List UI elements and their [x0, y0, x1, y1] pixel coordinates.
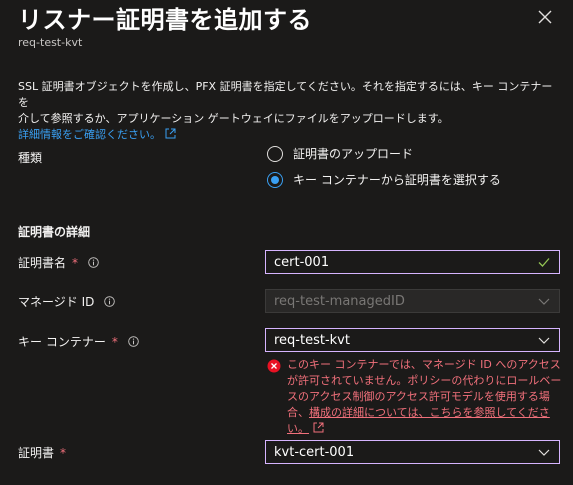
certificate-label-text: 証明書 — [18, 446, 55, 460]
cert-name-label-text: 証明書名 — [18, 256, 67, 270]
key-vault-dropdown[interactable]: req-test-kvt — [265, 328, 560, 352]
radio-select-from-key-vault[interactable]: キー コンテナーから証明書を選択する — [267, 171, 501, 188]
key-vault-label: キー コンテナー * — [18, 333, 139, 350]
info-icon[interactable] — [88, 257, 99, 268]
chevron-down-icon[interactable] — [537, 445, 551, 459]
type-label: 種類 — [18, 151, 43, 165]
required-marker: * — [111, 335, 118, 349]
external-link-icon — [165, 128, 176, 139]
managed-id-label-text: マネージド ID — [18, 295, 95, 309]
cert-name-input[interactable]: cert-001 — [265, 250, 560, 274]
error-icon — [267, 359, 281, 373]
managed-id-label: マネージド ID — [18, 293, 116, 310]
panel-subtitle: req-test-kvt — [18, 36, 83, 49]
external-link-icon — [313, 422, 324, 433]
radio-label: キー コンテナーから証明書を選択する — [293, 173, 501, 187]
required-marker: * — [72, 256, 79, 270]
certificate-label: 証明書 * — [18, 444, 66, 461]
description: SSL 証明書オブジェクトを作成し、PFX 証明書を指定してください。それを指定… — [18, 79, 563, 143]
radio-button-checked[interactable] — [267, 171, 283, 188]
panel-title: リスナー証明書を追加する — [18, 6, 312, 34]
managed-id-value: req-test-managedID — [274, 293, 405, 309]
chevron-down-icon — [538, 298, 550, 305]
description-line-2: 介して参照するか、アプリケーション ゲートウェイにファイルをアップロードします。 — [18, 112, 449, 125]
radio-label: 証明書のアップロード — [293, 147, 414, 161]
chevron-down-icon[interactable] — [537, 333, 551, 347]
key-vault-error: このキー コンテナーでは、マネージド ID へのアクセスが許可されていません。ポ… — [267, 357, 567, 437]
learn-more-link[interactable]: 詳細情報をご確認ください。 — [18, 128, 161, 141]
close-icon[interactable] — [536, 8, 554, 26]
error-message: このキー コンテナーでは、マネージド ID へのアクセスが許可されていません。ポ… — [287, 357, 567, 437]
cert-name-label: 証明書名 * — [18, 254, 99, 271]
checkmark-icon — [538, 258, 550, 267]
config-details-link[interactable]: 構成の詳細については、こちらを参照してください。 — [287, 406, 550, 435]
description-line-1: SSL 証明書オブジェクトを作成し、PFX 証明書を指定してください。それを指定… — [18, 80, 553, 109]
radio-button[interactable] — [267, 145, 283, 162]
required-marker: * — [60, 446, 67, 460]
managed-id-dropdown: req-test-managedID — [265, 289, 560, 313]
key-vault-label-text: キー コンテナー — [18, 335, 106, 349]
certificate-dropdown[interactable]: kvt-cert-001 — [265, 440, 560, 464]
radio-upload-certificate[interactable]: 証明書のアップロード — [267, 145, 413, 162]
cert-name-value[interactable]: cert-001 — [274, 255, 537, 270]
info-icon[interactable] — [104, 296, 116, 307]
certificate-value[interactable]: kvt-cert-001 — [274, 445, 537, 460]
info-icon[interactable] — [128, 336, 139, 347]
key-vault-value[interactable]: req-test-kvt — [274, 333, 537, 348]
certificate-details-heading: 証明書の詳細 — [18, 225, 91, 239]
